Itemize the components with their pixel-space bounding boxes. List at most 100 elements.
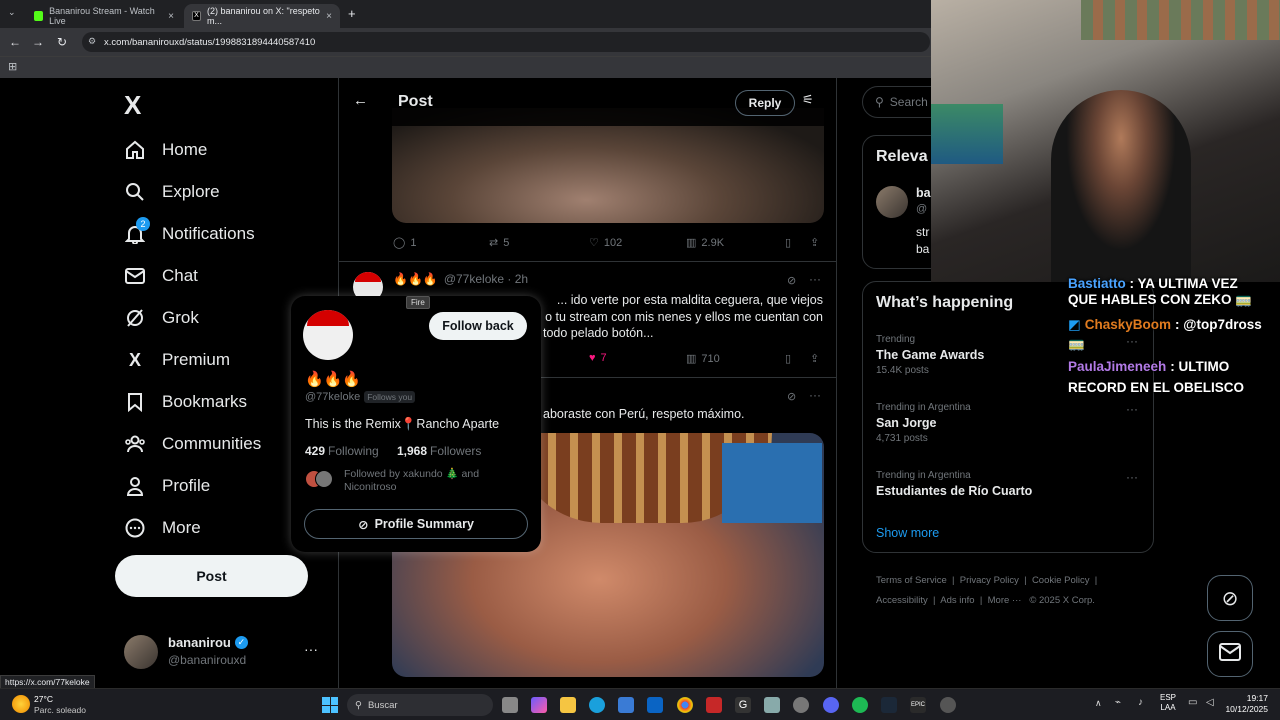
sidebar-item-label: Home — [162, 140, 208, 159]
footer-link[interactable]: Ads info — [940, 595, 974, 606]
sidebar-item-communities[interactable]: Communities — [124, 433, 261, 455]
sidebar-item-grok[interactable]: Grok — [124, 307, 199, 329]
steam-icon[interactable] — [881, 697, 897, 713]
app-icon[interactable] — [940, 697, 956, 713]
weather-icon[interactable] — [12, 695, 30, 713]
x-logo-icon[interactable]: X — [124, 90, 141, 121]
microphone-icon[interactable]: ♪ — [1138, 697, 1143, 708]
retweet-action[interactable]: ⇄ 5 — [489, 236, 509, 250]
reload-icon[interactable]: ↻ — [50, 35, 74, 49]
tab-bananirou-stream[interactable]: Bananirou Stream - Watch Live × — [26, 4, 182, 28]
site-info-icon[interactable]: ⚙ — [88, 36, 96, 47]
bookmark-icon[interactable]: ▯ — [785, 352, 791, 365]
post-button[interactable]: Post — [115, 555, 308, 597]
close-tab-button[interactable]: × — [326, 11, 332, 22]
new-tab-button[interactable]: + — [348, 6, 356, 21]
trend-item[interactable]: Trending in Argentina San Jorge 4,731 po… — [876, 402, 1144, 444]
tab-x-post[interactable]: X (2) bananirou on X: "respeto m... × — [184, 4, 340, 28]
reply-button[interactable]: Reply — [735, 90, 795, 116]
sidebar-item-premium[interactable]: X Premium — [124, 349, 230, 371]
weather-temp[interactable]: 27°C — [34, 694, 53, 704]
people-icon — [124, 433, 146, 455]
tweet-more-icon[interactable]: ··· — [809, 388, 821, 402]
grok-icon[interactable]: ⊘ — [787, 390, 796, 403]
clock[interactable]: 19:17 10/12/2025 — [1224, 693, 1268, 715]
show-more-link[interactable]: Show more — [876, 526, 939, 540]
sidebar-item-chat[interactable]: Chat — [124, 265, 198, 287]
hovercard-handle[interactable]: @77keloke — [305, 391, 360, 403]
trend-item[interactable]: Trending in Argentina Estudiantes de Río… — [876, 470, 1144, 498]
outlook-icon[interactable] — [647, 697, 663, 713]
language-indicator[interactable]: ESP LAA — [1160, 693, 1176, 713]
copilot-icon[interactable] — [531, 697, 547, 713]
sidebar-item-bookmarks[interactable]: Bookmarks — [124, 391, 247, 413]
trend-more-icon[interactable]: ··· — [1126, 470, 1138, 484]
sidebar-item-notifications[interactable]: 2 Notifications — [124, 217, 255, 245]
following-stat[interactable]: 429 Following — [305, 444, 379, 458]
volume-icon[interactable]: ◁ — [1206, 697, 1214, 708]
sidebar-item-profile[interactable]: Profile — [124, 475, 210, 497]
tweet-meta[interactable]: @77keloke · 2h — [444, 272, 528, 286]
forward-arrow-icon[interactable]: → — [26, 35, 50, 49]
follow-back-button[interactable]: Follow back — [429, 312, 527, 340]
network-icon[interactable]: ▭ — [1188, 697, 1197, 708]
profile-summary-button[interactable]: ⊘ Profile Summary — [304, 509, 528, 539]
back-arrow-icon[interactable]: ← — [353, 92, 368, 109]
file-explorer-icon[interactable] — [560, 697, 576, 713]
windows-start-icon[interactable] — [322, 697, 338, 713]
tab-list-button[interactable]: ⌄ — [8, 7, 16, 18]
bookmark-icon[interactable]: ▯ — [785, 236, 791, 249]
weather-desc[interactable]: Parc. soleado — [34, 705, 86, 715]
app-icon[interactable] — [706, 697, 722, 713]
reply-action[interactable]: ◯ 1 — [393, 236, 416, 250]
x-icon: X — [128, 349, 141, 370]
display-name[interactable]: 🔥🔥🔥 — [393, 272, 438, 286]
footer-link[interactable]: Terms of Service — [876, 575, 947, 586]
messages-floating-button[interactable] — [1207, 631, 1253, 677]
settings-sliders-icon[interactable]: ⚟ — [802, 92, 814, 108]
account-more-icon[interactable]: ··· — [304, 641, 318, 657]
footer-link[interactable]: Accessibility — [876, 595, 928, 606]
avatar[interactable] — [876, 186, 908, 218]
discord-icon[interactable] — [823, 697, 839, 713]
footer-link[interactable]: More ··· — [988, 595, 1022, 606]
settings-gear-icon[interactable] — [793, 697, 809, 713]
apps-grid-icon[interactable]: ⊞ — [8, 60, 17, 73]
tweet-more-icon[interactable]: ··· — [809, 272, 821, 286]
followers-stat[interactable]: 1,968 Followers — [397, 444, 481, 458]
grok-icon[interactable]: ⊘ — [787, 274, 796, 287]
sidebar-item-label: Profile — [162, 476, 211, 495]
spotify-icon[interactable] — [852, 697, 868, 713]
share-icon[interactable]: ⇪ — [810, 236, 819, 249]
views-action[interactable]: ▥ 2.9K — [686, 236, 724, 250]
trend-more-icon[interactable]: ··· — [1126, 402, 1138, 416]
epic-games-icon[interactable]: EPIC — [910, 697, 926, 713]
person-name[interactable]: ba — [916, 186, 931, 200]
footer-link[interactable]: Privacy Policy — [960, 575, 1019, 586]
address-bar[interactable]: ⚙ x.com/bananirouxd/status/1998831894440… — [82, 32, 930, 52]
sidebar-item-home[interactable]: Home — [124, 139, 207, 161]
tray-icon[interactable]: ⌁ — [1115, 697, 1121, 708]
followed-by-text[interactable]: Followed by xakundo 🎄 and Niconitroso — [344, 468, 479, 494]
close-tab-button[interactable]: × — [168, 11, 174, 22]
account-switcher[interactable]: bananirou ✓ @bananirouxd ··· — [124, 633, 324, 673]
hovercard-name[interactable]: 🔥🔥🔥 — [305, 370, 361, 388]
sidebar-item-explore[interactable]: Explore — [124, 181, 220, 203]
sidebar-item-more[interactable]: More — [124, 517, 201, 539]
avatar[interactable] — [303, 310, 353, 360]
like-action[interactable]: ♡ 102 — [589, 236, 622, 250]
back-arrow-icon[interactable]: ← — [3, 35, 27, 49]
chrome-icon[interactable] — [677, 697, 693, 713]
store-icon[interactable] — [618, 697, 634, 713]
tray-chevron-icon[interactable]: ∧ — [1095, 698, 1102, 709]
task-view-icon[interactable] — [502, 697, 518, 713]
like-action[interactable]: ♥ 7 — [589, 352, 607, 364]
footer-link[interactable]: Cookie Policy — [1032, 575, 1090, 586]
share-icon[interactable]: ⇪ — [810, 352, 819, 365]
grok-floating-button[interactable]: ⊘ — [1207, 575, 1253, 621]
views-action[interactable]: ▥ 710 — [686, 352, 720, 366]
edge-icon[interactable] — [589, 697, 605, 713]
app-icon[interactable]: G — [735, 697, 751, 713]
app-icon[interactable] — [764, 697, 780, 713]
taskbar-search[interactable]: ⚲ Buscar — [347, 694, 493, 716]
